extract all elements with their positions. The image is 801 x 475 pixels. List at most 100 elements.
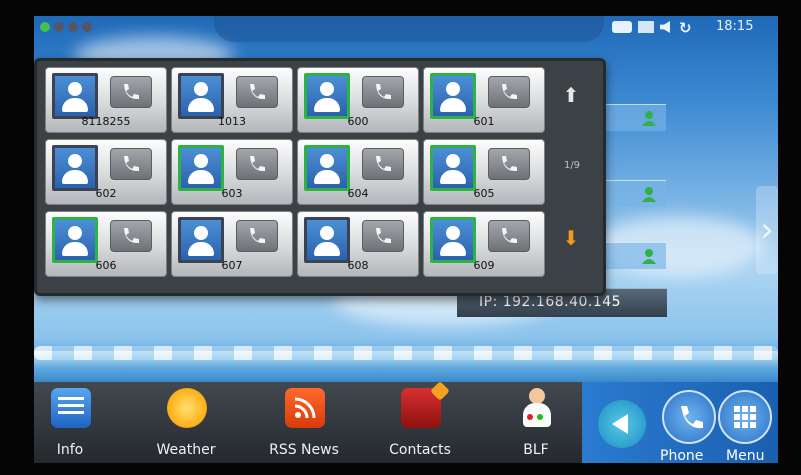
extension-label: 607	[221, 259, 243, 272]
dock-weather[interactable]: Weather	[138, 384, 234, 462]
phone-icon	[250, 84, 265, 100]
blf-contact-tile[interactable]: 602	[45, 139, 167, 205]
phone-icon	[502, 228, 517, 244]
phone-icon	[376, 84, 391, 100]
phone-icon	[502, 84, 517, 100]
presence-icon	[642, 187, 656, 202]
dock-contacts-label: Contacts	[389, 442, 451, 458]
dock-contacts[interactable]: Contacts	[372, 381, 468, 462]
dock-blf-label: BLF	[523, 442, 549, 458]
status-bar: ↻ 18:15	[34, 16, 778, 42]
wave-decoration	[34, 346, 778, 360]
call-button[interactable]	[236, 148, 278, 180]
presence-icon	[642, 249, 656, 264]
rss-icon	[285, 388, 325, 428]
menu-button[interactable]	[718, 390, 772, 444]
phone-icon	[124, 156, 139, 172]
call-button[interactable]	[362, 76, 404, 108]
blf-contact-tile[interactable]: 8118255	[45, 67, 167, 133]
page-indicator: 1/9	[563, 160, 581, 171]
clock: 18:15	[716, 19, 754, 34]
sun-icon	[167, 388, 207, 428]
blf-contact-tile[interactable]: 606	[45, 211, 167, 277]
extension-label: 603	[221, 187, 243, 200]
led-indicator	[40, 22, 50, 32]
blf-contact-tile[interactable]: 605	[423, 139, 545, 205]
contact-avatar-icon	[430, 145, 476, 191]
phone-screen: ↻ 18:15 IP: 192.168.40.145 ‹ › 811825510…	[34, 16, 778, 463]
contact-avatar-icon	[52, 145, 98, 191]
phone-icon	[250, 156, 265, 172]
phone-icon	[124, 84, 139, 100]
dock-info[interactable]: Info	[34, 384, 118, 462]
blf-contact-tile[interactable]: 608	[297, 211, 419, 277]
call-button[interactable]	[110, 220, 152, 252]
heart-icon	[430, 381, 450, 401]
led-indicator	[82, 22, 92, 32]
phone-button[interactable]	[662, 390, 716, 444]
led-indicator	[68, 22, 78, 32]
ip-address: IP: 192.168.40.145	[479, 294, 622, 310]
speaker-icon	[660, 21, 670, 33]
contact-avatar-icon	[304, 217, 350, 263]
dock-rss-label: RSS News	[269, 442, 339, 458]
device-frame: ↻ 18:15 IP: 192.168.40.145 ‹ › 811825510…	[0, 0, 801, 475]
phone-icon	[250, 228, 265, 244]
call-button[interactable]	[362, 148, 404, 180]
contact-avatar-icon	[430, 217, 476, 263]
back-button[interactable]	[598, 400, 646, 448]
dock-rss[interactable]: RSS News	[256, 384, 352, 462]
next-page-arrow[interactable]: ›	[756, 186, 778, 274]
page-up-arrow[interactable]: ⬆	[559, 83, 583, 107]
led-indicator	[54, 22, 64, 32]
phone-icon	[502, 156, 517, 172]
contacts-book-icon	[401, 381, 450, 428]
dock-right-panel: Phone Menu	[582, 382, 778, 463]
call-button[interactable]	[362, 220, 404, 252]
contact-avatar-icon	[178, 217, 224, 263]
status-band	[214, 16, 604, 42]
call-button[interactable]	[110, 76, 152, 108]
dock-weather-label: Weather	[156, 442, 216, 458]
call-button[interactable]	[488, 220, 530, 252]
blf-person-icon	[517, 388, 557, 428]
presence-icon	[642, 111, 656, 126]
contact-avatar-icon	[178, 145, 224, 191]
grid-icon	[734, 406, 756, 428]
page-down-arrow[interactable]: ⬇	[559, 226, 583, 250]
phone-icon	[124, 228, 139, 244]
extension-label: 600	[347, 115, 369, 128]
call-button[interactable]	[488, 148, 530, 180]
call-button[interactable]	[236, 220, 278, 252]
call-button[interactable]	[110, 148, 152, 180]
blf-contact-tile[interactable]: 607	[171, 211, 293, 277]
blf-contact-tile[interactable]: 609	[423, 211, 545, 277]
contact-avatar-icon	[304, 145, 350, 191]
contact-avatar-icon	[304, 73, 350, 119]
phone-icon	[376, 156, 391, 172]
menu-label: Menu	[726, 448, 765, 463]
blf-contact-tile[interactable]: 603	[171, 139, 293, 205]
call-button[interactable]	[488, 76, 530, 108]
call-button[interactable]	[236, 76, 278, 108]
extension-label: 602	[95, 187, 117, 200]
contact-avatar-icon	[430, 73, 476, 119]
contact-avatar-icon	[52, 217, 98, 263]
extension-label: 601	[473, 115, 495, 128]
blf-contact-tile[interactable]: 1013	[171, 67, 293, 133]
refresh-icon: ↻	[679, 19, 692, 37]
blf-contact-tile[interactable]: 601	[423, 67, 545, 133]
app-dock: Info Weather RSS News Contacts BLF Phone…	[34, 381, 778, 463]
blf-contact-tile[interactable]: 604	[297, 139, 419, 205]
extension-label: 8118255	[81, 115, 131, 128]
extension-label: 605	[473, 187, 495, 200]
contact-avatar-icon	[178, 73, 224, 119]
blf-popup: 8118255 1013 600 601 602 603 604 605 606 607 608 60…	[34, 58, 606, 296]
blf-contact-tile[interactable]: 600	[297, 67, 419, 133]
extension-label: 608	[347, 259, 369, 272]
phone-icon	[376, 228, 391, 244]
phone-icon	[681, 406, 703, 429]
dock-blf[interactable]: BLF	[488, 384, 584, 462]
info-icon	[51, 388, 91, 428]
contact-avatar-icon	[52, 73, 98, 119]
